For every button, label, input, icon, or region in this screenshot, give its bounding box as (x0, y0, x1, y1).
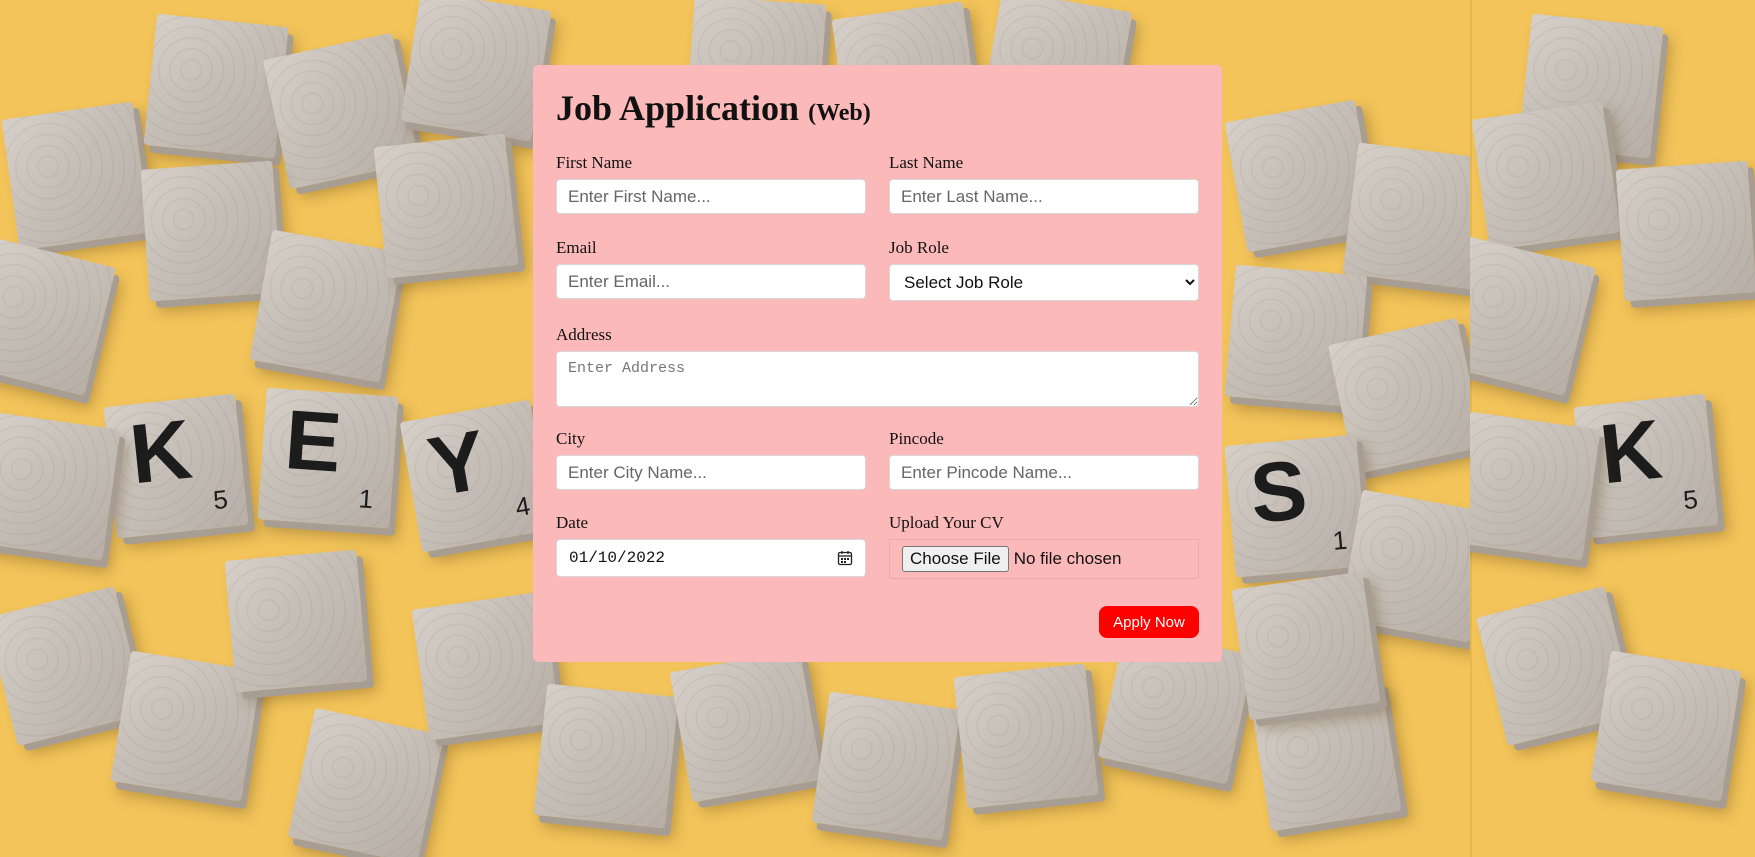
tile-score: 4 (513, 490, 533, 523)
wood-tile (1470, 235, 1597, 397)
job-role-select[interactable]: Select Job Role (889, 264, 1199, 301)
wood-tile (224, 549, 368, 693)
wood-tile (953, 663, 1099, 809)
tile-score: 1 (1331, 524, 1349, 556)
last-name-field: Last Name (889, 153, 1199, 214)
tile-letter: E (281, 392, 345, 490)
first-name-input[interactable] (556, 179, 866, 214)
wood-tile (1471, 101, 1621, 251)
email-role-row: Email Job Role Select Job Role (556, 238, 1199, 301)
wood-tile (249, 229, 403, 383)
wood-tile (1, 101, 151, 251)
wood-tile (1590, 650, 1742, 802)
email-field: Email (556, 238, 866, 301)
wood-tile (669, 649, 823, 803)
tile-letter: K (1595, 401, 1666, 502)
address-label: Address (556, 325, 612, 344)
wood-tile (143, 13, 289, 159)
wood-tile (0, 411, 121, 561)
cv-label: Upload Your CV (889, 513, 1004, 532)
city-label: City (556, 429, 586, 448)
letter-tile: E 1 (257, 387, 399, 529)
date-field: Date 01/10/2022 (556, 513, 866, 579)
wood-tile (811, 691, 961, 841)
last-name-input[interactable] (889, 179, 1199, 214)
name-row: First Name Last Name (556, 153, 1199, 214)
choose-file-button[interactable]: Choose File (902, 546, 1009, 572)
form-title-suffix: (Web) (808, 100, 871, 126)
city-input[interactable] (556, 455, 866, 490)
city-field: City (556, 429, 866, 490)
wood-tile (1231, 571, 1381, 721)
first-name-field: First Name (556, 153, 866, 214)
form-title: Job Application (Web) (556, 87, 1199, 130)
cv-file-input: Choose File No file chosen (889, 539, 1199, 579)
address-textarea[interactable] (556, 351, 1199, 407)
email-label: Email (556, 238, 597, 257)
date-cv-row: Date 01/10/2022 Upload Your CV Choose Fi… (556, 513, 1199, 579)
form-title-text: Job Application (556, 88, 800, 128)
wood-tile (140, 160, 282, 302)
date-input[interactable]: 01/10/2022 (556, 539, 866, 577)
tile-score: 5 (1681, 483, 1700, 516)
email-input[interactable] (556, 264, 866, 299)
cv-field: Upload Your CV Choose File No file chose… (889, 513, 1199, 579)
tile-score: 1 (357, 483, 375, 515)
pincode-label: Pincode (889, 429, 944, 448)
wood-tile (287, 707, 445, 857)
file-status-text: No file chosen (1013, 549, 1122, 568)
address-field: Address (556, 325, 1199, 412)
tile-letter: Y (421, 411, 494, 515)
wood-tile (1342, 142, 1470, 290)
wood-tile (533, 683, 679, 829)
first-name-label: First Name (556, 153, 633, 172)
apply-now-button[interactable]: Apply Now (1099, 606, 1199, 638)
pincode-input[interactable] (889, 455, 1199, 490)
letter-tile: K 5 (103, 393, 249, 539)
tile-score: 5 (211, 483, 230, 516)
tile-letter: K (125, 401, 196, 502)
wood-tile (373, 133, 519, 279)
calendar-icon[interactable] (837, 550, 853, 566)
background-repeat-panel: K 5 (1470, 0, 1755, 857)
pincode-field: Pincode (889, 429, 1199, 490)
wood-tile (0, 235, 117, 397)
letter-tile: S 1 (1224, 434, 1368, 578)
last-name-label: Last Name (889, 153, 964, 172)
address-row: Address (556, 325, 1199, 412)
date-value: 01/10/2022 (569, 549, 666, 567)
letter-tile: Y 4 (399, 399, 553, 553)
wood-tile (1470, 411, 1601, 561)
job-role-field: Job Role Select Job Role (889, 238, 1199, 301)
job-application-form: Job Application (Web) First Name Last Na… (533, 65, 1222, 662)
wood-tile (1615, 160, 1755, 302)
date-label: Date (556, 513, 589, 532)
city-pincode-row: City Pincode (556, 429, 1199, 490)
wood-tile (400, 0, 552, 142)
job-role-label: Job Role (889, 238, 949, 257)
tile-letter: S (1246, 442, 1311, 541)
